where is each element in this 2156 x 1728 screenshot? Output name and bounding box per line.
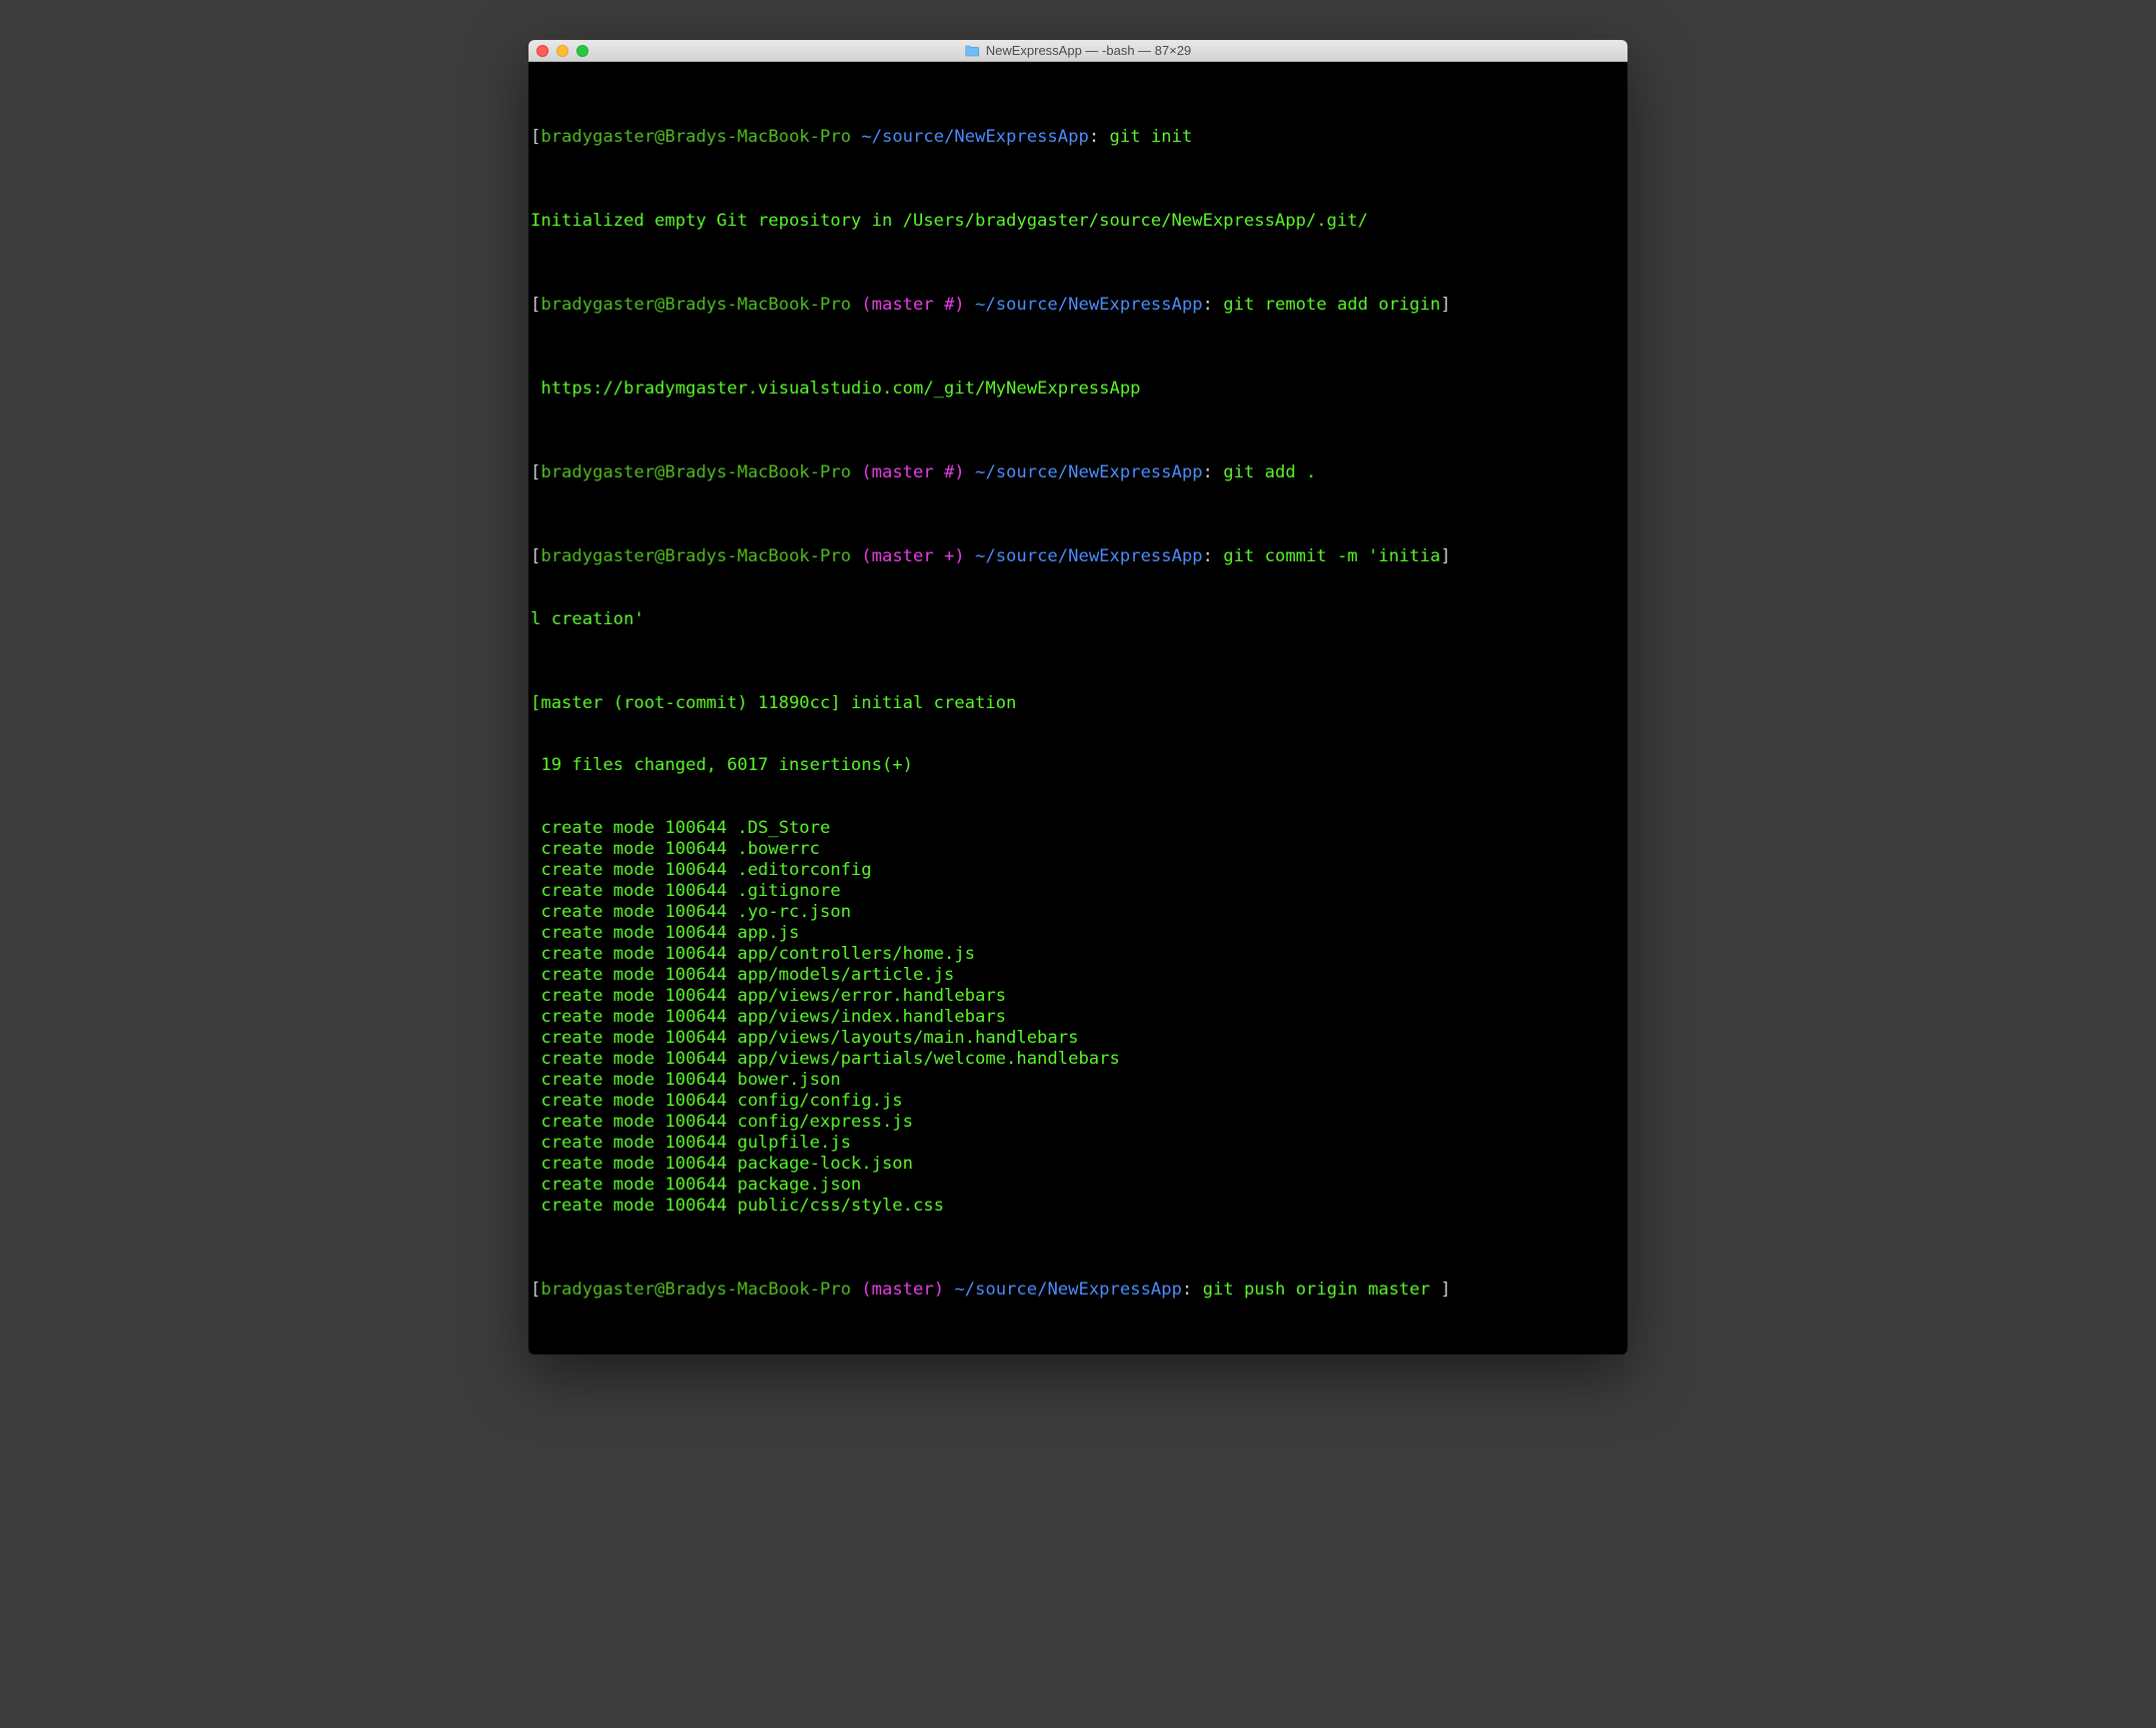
terminal-output: Initialized empty Git repository in /Use… — [531, 211, 1625, 232]
titlebar[interactable]: NewExpressApp — -bash — 87×29 — [529, 40, 1627, 62]
prompt-path: ~/source/NewExpressApp — [975, 295, 1203, 315]
terminal-output: create mode 100644 .yo-rc.json — [531, 902, 1625, 923]
close-button[interactable] — [537, 45, 548, 57]
terminal-output: create mode 100644 bower.json — [531, 1070, 1625, 1091]
terminal-window: NewExpressApp — -bash — 87×29 [bradygast… — [529, 40, 1627, 1354]
prompt-branch: (master #) — [861, 462, 964, 482]
prompt-user: bradygaster@Bradys-MacBook-Pro — [540, 546, 850, 566]
terminal-output: create mode 100644 app/models/article.js — [531, 965, 1625, 986]
command: git add . — [1223, 462, 1316, 482]
terminal-output: create mode 100644 app/views/error.handl… — [531, 986, 1625, 1007]
prompt-user: bradygaster@Bradys-MacBook-Pro — [540, 127, 850, 147]
prompt-path: ~/source/NewExpressApp — [954, 1280, 1182, 1299]
prompt-user: bradygaster@Bradys-MacBook-Pro — [540, 462, 850, 482]
maximize-button[interactable] — [576, 45, 588, 57]
terminal-output: create mode 100644 package-lock.json — [531, 1154, 1625, 1175]
prompt-branch: (master) — [861, 1280, 944, 1299]
terminal-output: create mode 100644 public/css/style.css — [531, 1196, 1625, 1217]
terminal-output: create mode 100644 config/config.js — [531, 1091, 1625, 1112]
remote-url: https://bradymgaster.visualstudio.com/_g… — [531, 379, 1625, 400]
terminal-output: create mode 100644 app/views/index.handl… — [531, 1007, 1625, 1028]
terminal-body[interactable]: [bradygaster@Bradys-MacBook-Pro ~/source… — [529, 62, 1627, 1354]
terminal-output: create mode 100644 app/controllers/home.… — [531, 944, 1625, 965]
terminal-output: 19 files changed, 6017 insertions(+) — [531, 755, 1625, 776]
terminal-output: [master (root-commit) 11890cc] initial c… — [531, 693, 1625, 714]
command: git push origin master — [1203, 1280, 1431, 1299]
command: git remote add origin — [1223, 295, 1440, 315]
terminal-line: [bradygaster@Bradys-MacBook-Pro (master … — [531, 546, 1625, 567]
prompt-path: ~/source/NewExpressApp — [861, 127, 1089, 147]
prompt-branch: (master #) — [861, 295, 964, 315]
terminal-output: create mode 100644 app.js — [531, 923, 1625, 944]
terminal-output: create mode 100644 gulpfile.js — [531, 1133, 1625, 1154]
terminal-line: [bradygaster@Bradys-MacBook-Pro (master)… — [531, 1280, 1625, 1300]
folder-icon — [965, 45, 980, 57]
terminal-output: create mode 100644 app/views/partials/we… — [531, 1049, 1625, 1070]
prompt-user: bradygaster@Bradys-MacBook-Pro — [540, 1280, 850, 1299]
command: git commit -m 'initia — [1223, 546, 1440, 566]
terminal-line: [bradygaster@Bradys-MacBook-Pro (master … — [531, 462, 1625, 483]
terminal-line: [bradygaster@Bradys-MacBook-Pro ~/source… — [531, 127, 1625, 148]
command: git init — [1110, 127, 1193, 147]
terminal-output: create mode 100644 config/express.js — [531, 1112, 1625, 1133]
window-title-wrap: NewExpressApp — -bash — 87×29 — [965, 43, 1192, 58]
terminal-output: create mode 100644 package.json — [531, 1175, 1625, 1196]
prompt-path: ~/source/NewExpressApp — [975, 462, 1203, 482]
prompt-branch: (master +) — [861, 546, 964, 566]
terminal-output: create mode 100644 .editorconfig — [531, 860, 1625, 881]
prompt-path: ~/source/NewExpressApp — [975, 546, 1203, 566]
prompt-user: bradygaster@Bradys-MacBook-Pro — [540, 295, 850, 315]
terminal-output: create mode 100644 .gitignore — [531, 881, 1625, 902]
window-title: NewExpressApp — -bash — 87×29 — [986, 43, 1192, 58]
terminal-output: create mode 100644 app/views/layouts/mai… — [531, 1028, 1625, 1049]
traffic-lights — [537, 45, 588, 57]
created-files-list: create mode 100644 .DS_Store create mode… — [531, 818, 1625, 1217]
terminal-output: create mode 100644 .DS_Store — [531, 818, 1625, 839]
minimize-button[interactable] — [556, 45, 568, 57]
terminal-output: create mode 100644 .bowerrc — [531, 839, 1625, 860]
command-continuation: l creation' — [531, 609, 1625, 630]
terminal-line: [bradygaster@Bradys-MacBook-Pro (master … — [531, 295, 1625, 316]
